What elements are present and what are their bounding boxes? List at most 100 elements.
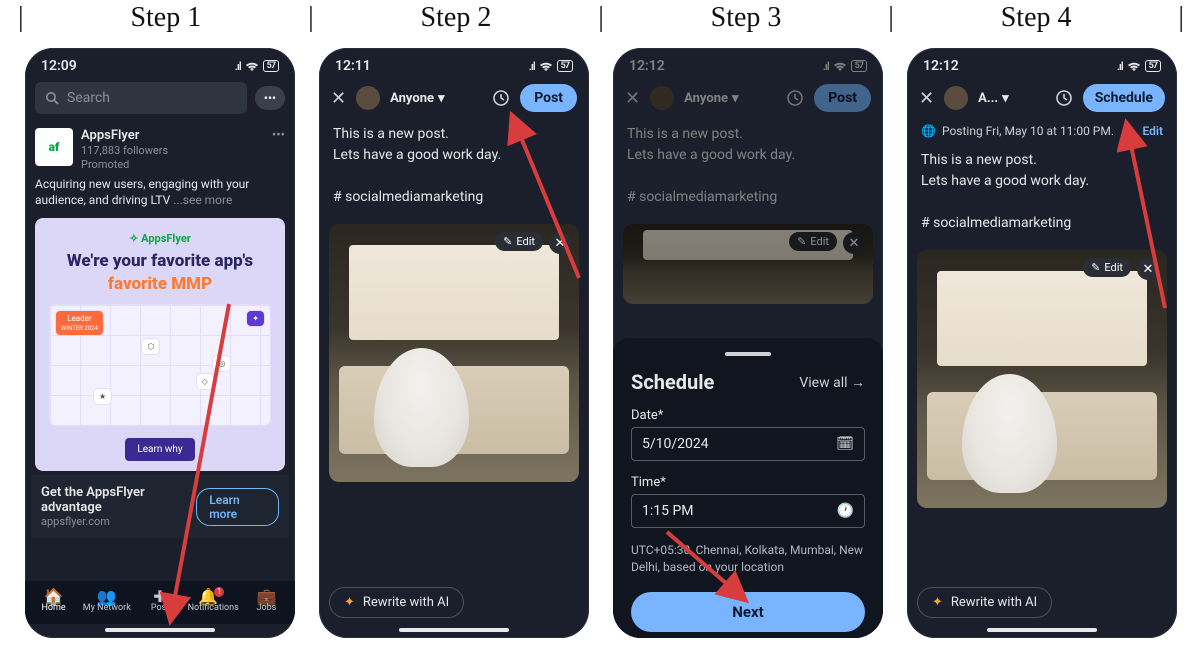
attached-image[interactable]: ✎Edit ✕ (623, 224, 873, 304)
edit-image-button[interactable]: ✎Edit (1083, 258, 1131, 277)
clock-icon: 🕐 (837, 503, 854, 519)
schedule-button[interactable]: Schedule (1083, 84, 1165, 112)
company-logo[interactable]: af (35, 128, 73, 166)
edit-image-button[interactable]: ✎Edit (495, 232, 543, 251)
node-icon: ⬡ (142, 339, 159, 354)
home-indicator (399, 628, 509, 632)
nav-notifications[interactable]: 🔔1Notifications (187, 587, 240, 614)
close-icon[interactable]: ✕ (331, 88, 346, 109)
node-icon: ◎ (213, 356, 230, 371)
phone-step3: 12:12 .ıl 57 ✕ Anyone▾ Post This is a ne… (613, 48, 883, 638)
nav-network[interactable]: 👥My Network (80, 587, 133, 614)
ad-cta-button[interactable]: Learn why (125, 438, 194, 461)
time-input[interactable]: 1:15 PM 🕐 (631, 494, 865, 528)
compose-textarea[interactable]: This is a new post. Lets have a good wor… (907, 144, 1177, 240)
nav-post[interactable]: ✚Post (133, 587, 186, 614)
status-bar: 12:12 .ıl 57 (613, 48, 883, 78)
post-icon: ✚ (133, 587, 186, 603)
logo-badge: ✦ (247, 311, 264, 326)
status-time: 12:11 (335, 58, 371, 74)
search-input[interactable]: Search (35, 82, 247, 114)
bottom-nav: 🏠Home 👥My Network ✚Post 🔔1Notifications … (25, 581, 295, 624)
date-input[interactable]: 5/10/2024 🗓 (631, 427, 865, 461)
ad-headline: We're your favorite app's (45, 251, 275, 272)
close-icon[interactable]: ✕ (919, 88, 934, 109)
view-all-link[interactable]: View all → (799, 374, 865, 391)
audience-selector[interactable]: Anyone▾ (684, 91, 738, 106)
avatar[interactable] (944, 86, 968, 110)
compose-textarea[interactable]: This is a new post. Lets have a good wor… (613, 118, 883, 214)
compose-textarea[interactable]: This is a new post. Lets have a good wor… (319, 118, 589, 214)
nav-jobs[interactable]: 💼Jobs (240, 587, 293, 614)
pencil-icon: ✎ (797, 235, 806, 248)
remove-image-button[interactable]: ✕ (843, 232, 865, 254)
phone-step1: 12:09 .ıl 57 Search ••• (25, 48, 295, 638)
next-button[interactable]: Next (631, 592, 865, 632)
remove-image-button[interactable]: ✕ (1137, 258, 1159, 280)
leader-badge: LeaderWINTER 2024 (56, 311, 103, 335)
avatar[interactable] (650, 86, 674, 110)
messages-button[interactable]: ••• (255, 86, 285, 110)
status-time: 12:12 (923, 58, 959, 74)
post-body: Acquiring new users, engaging with your … (31, 176, 289, 214)
steps-header: | Step 1 | Step 2 | Step 3 | Step 4 | (0, 0, 1202, 40)
step-label-1: Step 1 (26, 2, 306, 34)
schedule-clock-icon[interactable] (492, 89, 510, 107)
battery-icon: 57 (263, 60, 279, 72)
globe-icon: 🌐 (921, 124, 936, 138)
divider: | (306, 2, 316, 34)
schedule-clock-icon[interactable] (786, 89, 804, 107)
attached-image[interactable]: ✎Edit ✕ (329, 224, 579, 482)
status-icons: .ıl 57 (235, 60, 279, 73)
ad-image[interactable]: ✧ AppsFlyer We're your favorite app's fa… (35, 218, 285, 471)
status-icons: .ıl 57 (1117, 60, 1161, 73)
battery-icon: 57 (557, 60, 573, 72)
status-icons: .ıl 57 (529, 60, 573, 73)
remove-image-button[interactable]: ✕ (549, 232, 571, 254)
edit-schedule-link[interactable]: Edit (1142, 124, 1163, 138)
status-time: 12:09 (41, 58, 77, 74)
avatar[interactable] (356, 86, 380, 110)
status-bar: 12:12 .ıl 57 (907, 48, 1177, 78)
search-icon (45, 91, 59, 105)
rewrite-with-ai-button[interactable]: ✦Rewrite with AI (917, 587, 1052, 618)
cta-title: Get the AppsFlyer advantage (41, 485, 196, 515)
status-bar: 12:09 .ıl 57 (25, 48, 295, 78)
attached-image[interactable]: ✎Edit ✕ (917, 250, 1167, 508)
node-icon: ◇ (197, 374, 213, 389)
divider: | (1176, 2, 1186, 34)
post-button[interactable]: Post (520, 84, 577, 112)
wifi-icon (245, 61, 259, 72)
divider: | (886, 2, 896, 34)
home-indicator (105, 628, 215, 632)
close-icon[interactable]: ✕ (625, 88, 640, 109)
post-button[interactable]: Post (814, 84, 871, 112)
status-time: 12:12 (629, 58, 665, 74)
bell-icon: 🔔1 (187, 587, 240, 603)
pencil-icon: ✎ (1091, 261, 1100, 274)
see-more-link[interactable]: ...see more (173, 193, 232, 207)
nav-home[interactable]: 🏠Home (27, 587, 80, 614)
time-value: 1:15 PM (642, 503, 694, 519)
audience-selector[interactable]: Anyone▾ (390, 91, 444, 106)
search-placeholder: Search (67, 90, 110, 106)
edit-image-button[interactable]: ✎Edit (789, 232, 837, 251)
sheet-grabber[interactable] (725, 352, 771, 356)
signal-icon: .ıl (823, 60, 829, 73)
schedule-clock-icon[interactable] (1055, 89, 1073, 107)
rewrite-with-ai-button[interactable]: ✦ Rewrite with AI (329, 587, 464, 618)
scheduled-banner: 🌐 Posting Fri, May 10 at 11:00 PM. Edit (907, 118, 1177, 144)
post-menu-icon[interactable]: ••• (272, 128, 285, 143)
briefcase-icon: 💼 (240, 587, 293, 603)
audience-selector[interactable]: A...▾ (978, 91, 1009, 106)
date-label: Date* (631, 408, 865, 423)
phone-step2: 12:11 .ıl 57 ✕ Anyone▾ Post This is a ne… (319, 48, 589, 638)
step-label-4: Step 4 (896, 2, 1176, 34)
battery-icon: 57 (1145, 60, 1161, 72)
timezone-text: UTC+05:30, Chennai, Kolkata, Mumbai, New… (631, 542, 865, 576)
node-icon: ★ (94, 389, 111, 404)
status-bar: 12:11 .ıl 57 (319, 48, 589, 78)
wifi-icon (539, 61, 553, 72)
learn-more-button[interactable]: Learn more (196, 488, 279, 526)
post-author[interactable]: AppsFlyer (81, 128, 264, 144)
